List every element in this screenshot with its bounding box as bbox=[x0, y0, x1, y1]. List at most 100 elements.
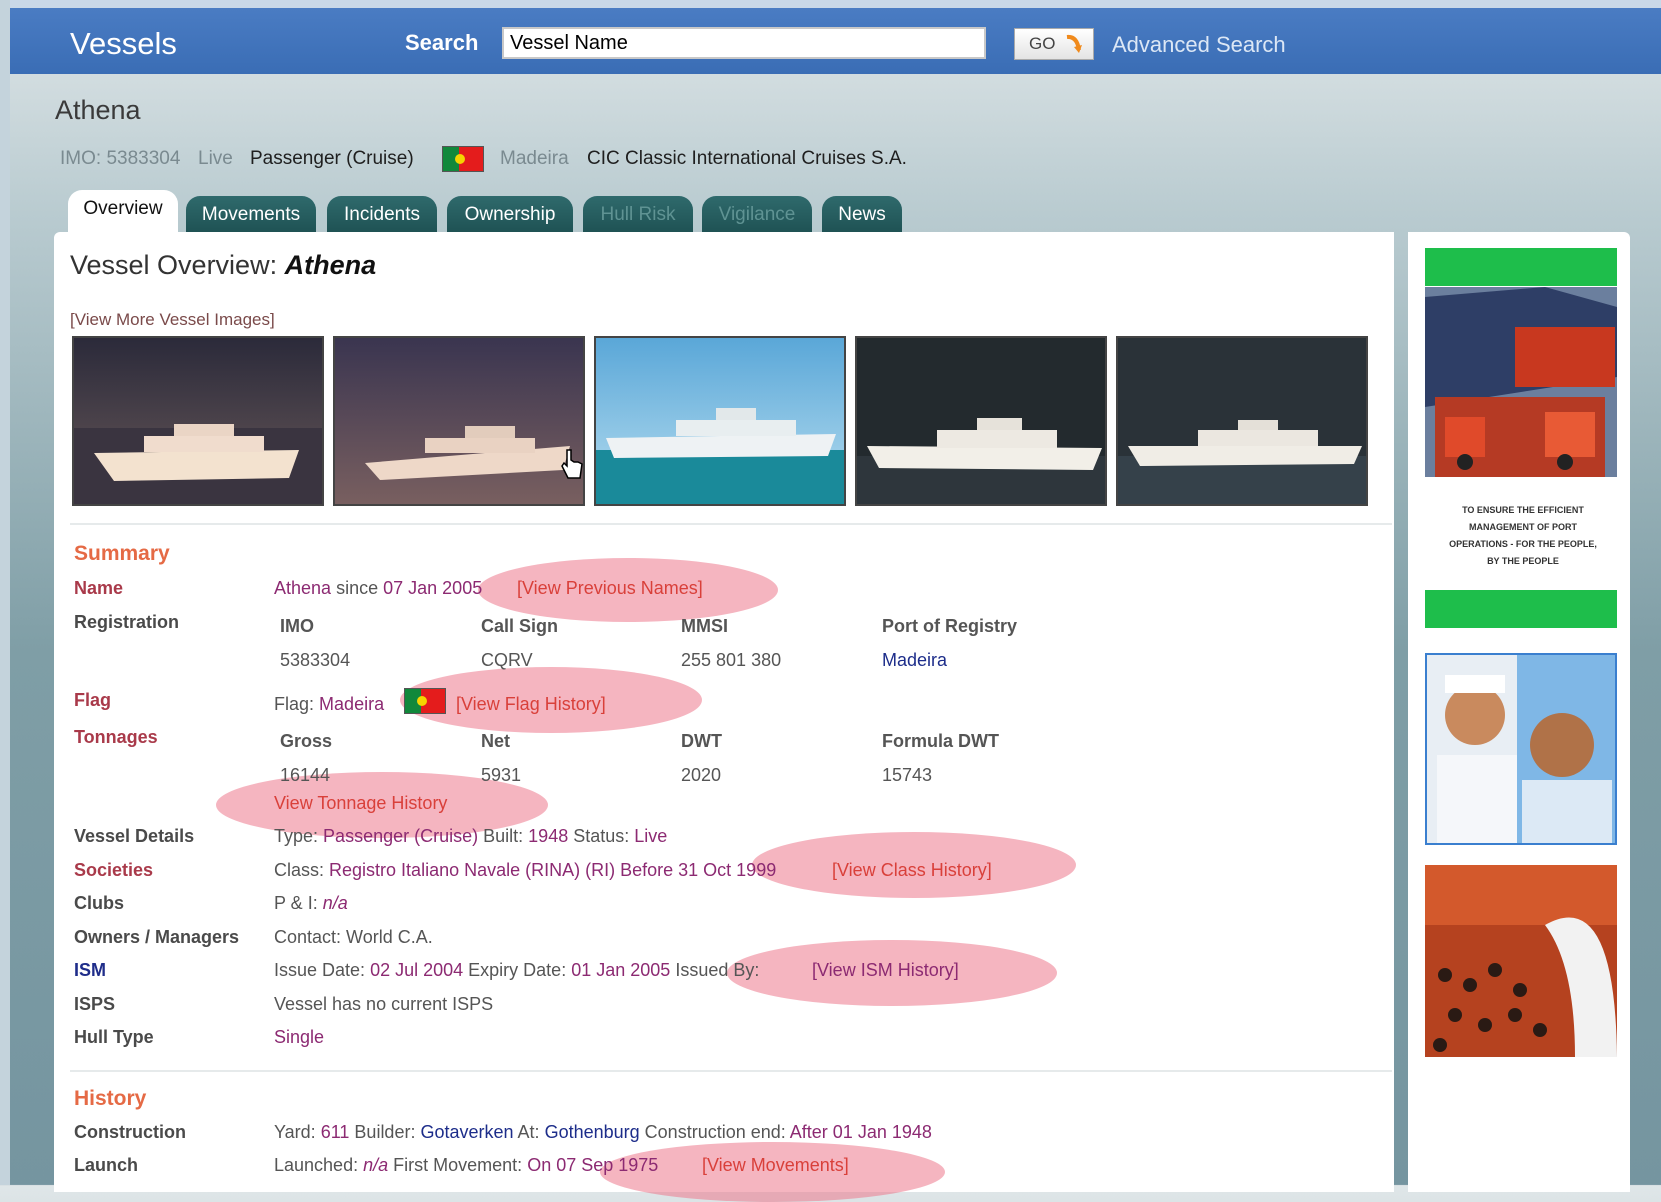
reg-value-callsign: CQRV bbox=[481, 650, 533, 670]
ism-issued-by: Issued By: bbox=[675, 960, 760, 980]
tab-overview[interactable]: Overview bbox=[68, 190, 178, 232]
view-ism-history-link[interactable]: [View ISM History] bbox=[812, 960, 959, 981]
isps-value: Vessel has no current ISPS bbox=[274, 994, 494, 1014]
ism-issue-date: 02 Jul 2004 bbox=[370, 960, 464, 980]
section-divider bbox=[70, 523, 1392, 525]
tab-news[interactable]: News bbox=[822, 196, 902, 232]
clubs-prefix: P & I: bbox=[274, 893, 318, 913]
vessel-image-thumb[interactable] bbox=[72, 336, 324, 506]
ton-value-gross: 16144 bbox=[280, 765, 331, 785]
go-button[interactable]: GO bbox=[1014, 28, 1094, 60]
vessel-name-link[interactable]: Athena bbox=[274, 578, 331, 598]
ad-image-crowd[interactable] bbox=[1425, 865, 1617, 1057]
reg-header-imo: IMO bbox=[280, 616, 314, 636]
view-flag-history-link[interactable]: [View Flag History] bbox=[456, 694, 606, 715]
vessel-type: Passenger (Cruise) bbox=[250, 148, 414, 169]
ad-banner-green[interactable] bbox=[1425, 248, 1617, 286]
view-class-history-link[interactable]: [View Class History] bbox=[832, 860, 992, 881]
first-movement-value: On 07 Sep 1975 bbox=[527, 1155, 659, 1175]
ton-header-dwt: DWT bbox=[681, 731, 722, 751]
launch-value: Launched: n/a First Movement: On 07 Sep … bbox=[274, 1155, 658, 1176]
vessel-name-heading: Athena bbox=[55, 95, 141, 125]
clubs-value: P & I: n/a bbox=[274, 893, 348, 914]
vessel-image-thumb[interactable] bbox=[594, 336, 846, 506]
flag-name-link[interactable]: Madeira bbox=[319, 694, 384, 714]
go-button-label: GO bbox=[1029, 34, 1056, 53]
ism-expiry-date: 01 Jan 2005 bbox=[571, 960, 671, 980]
tab-movements[interactable]: Movements bbox=[186, 196, 316, 232]
view-previous-names-link[interactable]: [View Previous Names] bbox=[517, 578, 703, 599]
flag-label: Flag bbox=[74, 690, 112, 710]
ton-header-formula-dwt: Formula DWT bbox=[882, 731, 999, 751]
tab-vigilance[interactable]: Vigilance bbox=[702, 196, 812, 232]
location-link[interactable]: Gothenburg bbox=[545, 1122, 640, 1142]
hull-type-label: Hull Type bbox=[74, 1027, 154, 1047]
ad-image-port[interactable] bbox=[1425, 287, 1617, 477]
view-tonnage-history-link[interactable]: View Tonnage History bbox=[274, 793, 447, 814]
builder-link[interactable]: Gotaverken bbox=[420, 1122, 513, 1142]
go-arrow-icon bbox=[1066, 34, 1082, 53]
overview-title-name: Athena bbox=[284, 250, 377, 280]
history-heading: History bbox=[74, 1087, 147, 1110]
launched-value: n/a bbox=[363, 1155, 389, 1175]
reg-value-imo: 5383304 bbox=[280, 650, 351, 670]
ad-banner-green[interactable] bbox=[1425, 590, 1617, 628]
portugal-flag-icon bbox=[442, 146, 484, 172]
portugal-flag-icon bbox=[404, 688, 446, 714]
first-movement-prefix: First Movement: bbox=[393, 1155, 523, 1175]
yard-prefix: Yard: bbox=[274, 1122, 316, 1142]
owners-label: Owners / Managers bbox=[74, 927, 240, 947]
ad-image-chef[interactable] bbox=[1425, 653, 1617, 845]
section-divider bbox=[70, 1070, 1392, 1072]
summary-heading: Summary bbox=[74, 542, 170, 565]
tab-incidents[interactable]: Incidents bbox=[327, 196, 437, 232]
type-prefix: Type: bbox=[274, 826, 319, 846]
left-border bbox=[0, 0, 10, 1185]
name-since-date: 07 Jan 2005 bbox=[383, 578, 483, 598]
search-input[interactable] bbox=[502, 27, 986, 59]
ton-value-dwt: 2020 bbox=[681, 765, 722, 785]
vessel-flag-name: Madeira bbox=[500, 148, 569, 169]
name-label: Name bbox=[74, 578, 124, 598]
search-label: Search bbox=[405, 30, 479, 55]
hand-cursor-icon bbox=[561, 449, 583, 479]
vessel-details-label: Vessel Details bbox=[74, 826, 195, 846]
tab-hull-risk[interactable]: Hull Risk bbox=[583, 196, 693, 232]
ton-value-formula-dwt: 15743 bbox=[882, 765, 933, 785]
clubs-label: Clubs bbox=[74, 893, 125, 913]
vessel-image-thumb[interactable] bbox=[855, 336, 1107, 506]
societies-label: Societies bbox=[74, 860, 154, 880]
since-text: since bbox=[336, 578, 379, 598]
launched-prefix: Launched: bbox=[274, 1155, 359, 1175]
overview-title-prefix: Vessel Overview: bbox=[70, 250, 278, 280]
flag-prefix: Flag: bbox=[274, 694, 315, 714]
owners-value: Contact: World C.A. bbox=[274, 927, 433, 947]
type-link[interactable]: Passenger (Cruise) bbox=[323, 826, 478, 846]
built-prefix: Built: bbox=[483, 826, 524, 846]
name-value: Athena since 07 Jan 2005 bbox=[274, 578, 482, 599]
vessel-image-thumb[interactable] bbox=[1116, 336, 1368, 506]
construction-value: Yard: 611 Builder: Gotaverken At: Gothen… bbox=[274, 1122, 932, 1143]
overview-title: Vessel Overview: Athena bbox=[70, 250, 376, 281]
at-prefix: At: bbox=[517, 1122, 540, 1142]
view-movements-link[interactable]: [View Movements] bbox=[702, 1155, 849, 1176]
class-link[interactable]: Registro Italiano Navale (RINA) (RI) Bef… bbox=[329, 860, 776, 880]
vessel-imo: IMO: 5383304 bbox=[60, 148, 181, 169]
class-prefix: Class: bbox=[274, 860, 325, 880]
advanced-search-link[interactable]: Advanced Search bbox=[1112, 32, 1286, 58]
flag-value: Flag: Madeira bbox=[274, 694, 384, 715]
clubs-link[interactable]: n/a bbox=[323, 893, 348, 913]
vessel-image-thumb[interactable] bbox=[333, 336, 585, 506]
vessel-details-value: Type: Passenger (Cruise) Built: 1948 Sta… bbox=[274, 826, 667, 847]
reg-header-port: Port of Registry bbox=[882, 616, 1018, 636]
ad-tagline: TO ENSURE THE EFFICIENT MANAGEMENT OF PO… bbox=[1449, 505, 1597, 566]
tab-ownership[interactable]: Ownership bbox=[447, 196, 573, 232]
view-more-images-link[interactable]: [View More Vessel Images] bbox=[70, 310, 275, 330]
ism-label: ISM bbox=[74, 960, 107, 980]
registration-label: Registration bbox=[74, 612, 180, 632]
reg-header-callsign: Call Sign bbox=[481, 616, 559, 636]
status-prefix: Status: bbox=[573, 826, 630, 846]
reg-value-port-link[interactable]: Madeira bbox=[882, 650, 947, 671]
builder-prefix: Builder: bbox=[354, 1122, 416, 1142]
hull-type-link[interactable]: Single bbox=[274, 1027, 324, 1048]
